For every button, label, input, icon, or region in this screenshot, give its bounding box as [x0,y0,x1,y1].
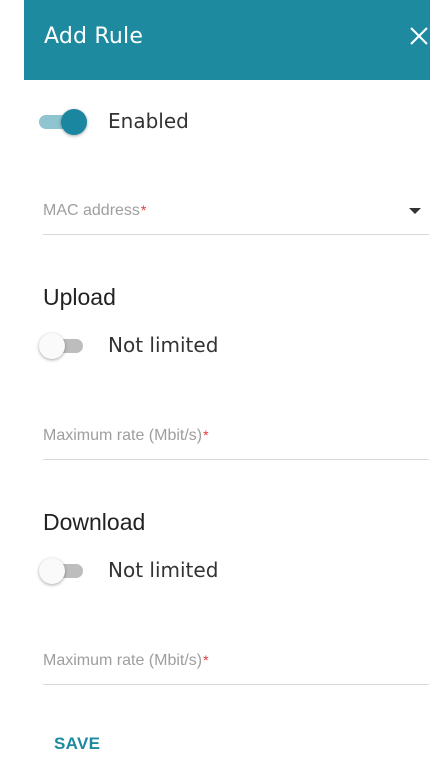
enabled-toggle-knob [61,109,87,135]
chevron-down-icon [409,208,421,214]
enabled-toggle[interactable] [35,107,87,137]
download-toggle-knob [39,558,65,584]
download-max-rate-placeholder: Maximum rate (Mbit/s)* [43,652,209,669]
upload-toggle-knob [39,333,65,359]
download-not-limited-toggle[interactable] [39,556,91,586]
save-button[interactable]: SAVE [42,728,112,760]
upload-max-rate-input[interactable]: Maximum rate (Mbit/s)* [43,415,429,460]
mac-address-select[interactable]: MAC address* [43,190,429,235]
download-not-limited-label: Not limited [108,558,219,582]
download-max-rate-input[interactable]: Maximum rate (Mbit/s)* [43,640,429,685]
upload-max-rate-placeholder: Maximum rate (Mbit/s)* [43,427,209,444]
close-button[interactable] [405,22,430,50]
upload-not-limited-toggle[interactable] [39,331,91,361]
required-mark: * [140,202,147,218]
required-mark: * [203,427,209,443]
upload-not-limited-label: Not limited [108,333,219,357]
upload-section-title: Upload [43,284,116,310]
dialog-title: Add Rule [44,24,144,49]
mac-address-placeholder: MAC address* [43,202,147,219]
close-icon [410,27,428,45]
enabled-label: Enabled [108,109,189,133]
dialog-header: Add Rule [24,0,430,80]
add-rule-dialog: Add Rule Enabled MAC address* Upload Not… [0,0,430,771]
required-mark: * [203,652,209,668]
download-section-title: Download [43,509,146,535]
